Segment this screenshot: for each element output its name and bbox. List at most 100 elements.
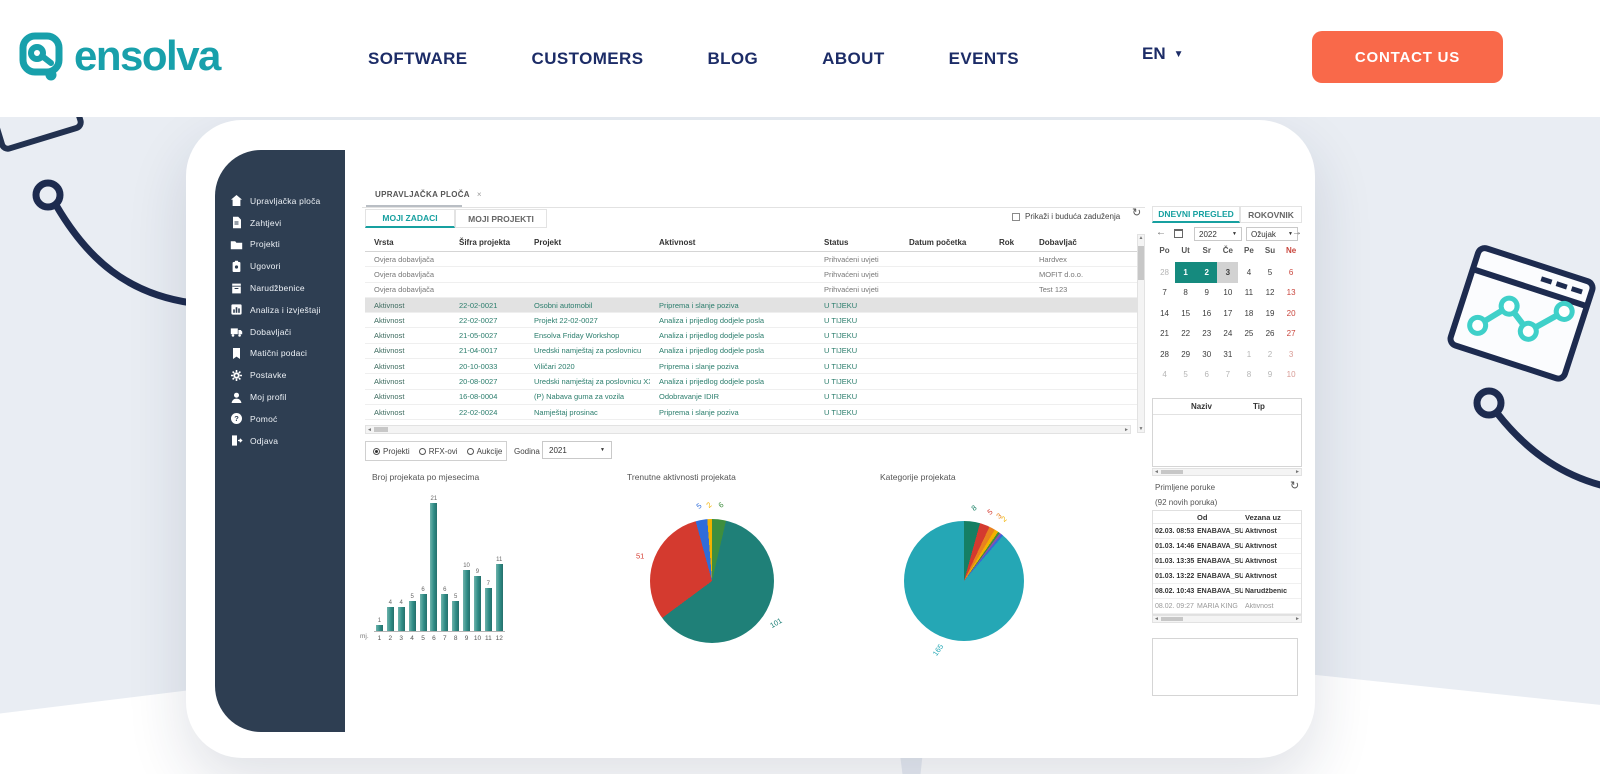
scroll-right-icon[interactable]: ► [1295, 469, 1300, 475]
nav-item-about[interactable]: ABOUT [822, 49, 884, 69]
tab-moji-zadaci[interactable]: MOJI ZADACI [365, 209, 455, 228]
calendar-day[interactable]: 6 [1281, 262, 1302, 283]
message-row[interactable]: 08.02. 10:43ENABAVA_SUSTANarudžbenic [1153, 584, 1301, 599]
calendar-year-select[interactable]: 2022 ▼ [1194, 227, 1242, 241]
language-menu[interactable]: EN ▼ [1142, 44, 1184, 64]
close-icon[interactable]: × [477, 190, 482, 199]
sidebar-item-dobavlja-i[interactable]: Dobavljači [215, 321, 345, 343]
column-header-dobavlja-[interactable]: Dobavljač [1030, 238, 1117, 247]
sidebar-item-analiza-i-izvje-taji[interactable]: Analiza i izvještaji [215, 299, 345, 321]
calendar-next-icon[interactable]: → [1292, 227, 1302, 238]
calendar-day[interactable]: 5 [1259, 262, 1280, 283]
calendar-day[interactable]: 15 [1175, 303, 1196, 324]
table-row[interactable]: Aktivnost 22-02-0021 Osobni automobil Pripr… [365, 297, 1137, 314]
calendar-day[interactable]: 28 [1154, 262, 1175, 283]
calendar-day[interactable]: 19 [1259, 303, 1280, 324]
sidebar-item-upravlja-ka-plo-a[interactable]: Upravljačka ploča [215, 190, 345, 212]
calendar-day[interactable]: 9 [1259, 365, 1280, 386]
nav-item-software[interactable]: SOFTWARE [368, 49, 468, 69]
scroll-right-icon[interactable]: ► [1124, 427, 1129, 433]
message-row[interactable]: 01.03. 13:35ENABAVA_SUSTAAktivnost [1153, 554, 1301, 569]
tab-moji-projekti[interactable]: MOJI PROJEKTI [455, 209, 547, 228]
calendar-day[interactable]: 27 [1281, 324, 1302, 345]
column-header-projekt[interactable]: Projekt [525, 238, 650, 247]
sidebar-item-postavke[interactable]: Postavke [215, 364, 345, 386]
sidebar-item-projekti[interactable]: Projekti [215, 234, 345, 256]
table-row[interactable]: Aktivnost 22-02-0024 Namještaj prosinac Pri… [365, 404, 1137, 421]
tab-rokovnik[interactable]: ROKOVNIK [1240, 206, 1302, 223]
scroll-left-icon[interactable]: ◄ [367, 427, 372, 433]
message-row[interactable]: 02.03. 08:53ENABAVA_SUSTAAktivnost [1153, 524, 1301, 539]
calendar-day[interactable]: 9 [1196, 283, 1217, 304]
items-horizontal-scroll-thumb[interactable] [1161, 470, 1183, 474]
calendar-day[interactable]: 8 [1238, 365, 1259, 386]
table-row[interactable]: Aktivnost 21-05-0027 Ensolva Friday Worksh… [365, 328, 1137, 344]
scroll-up-icon[interactable]: ▲ [1139, 235, 1144, 241]
calendar-day[interactable]: 25 [1238, 324, 1259, 345]
sidebar-item-moj-profil[interactable]: Moj profil [215, 386, 345, 408]
refresh-icon[interactable]: ↻ [1132, 208, 1141, 219]
tasks-horizontal-scrollbar[interactable]: ◄ ► [365, 425, 1131, 434]
table-row[interactable]: Aktivnost 21-04-0017 Uredski namještaj za … [365, 343, 1137, 360]
table-row[interactable]: Aktivnost 20-10-0033 Viličari 2020 Priprema… [365, 359, 1137, 375]
calendar-day[interactable]: 8 [1175, 283, 1196, 304]
calendar-day[interactable]: 6 [1196, 365, 1217, 386]
nav-item-customers[interactable]: CUSTOMERS [532, 49, 644, 69]
message-row[interactable]: 01.03. 14:46ENABAVA_SUSTAAktivnost [1153, 539, 1301, 554]
tasks-horizontal-scroll-thumb[interactable] [374, 427, 388, 432]
sidebar-item-ugovori[interactable]: Ugovori [215, 255, 345, 277]
column-header-rok[interactable]: Rok [990, 238, 1030, 247]
calendar-day[interactable]: 28 [1154, 344, 1175, 365]
calendar-day[interactable]: 2 [1259, 344, 1280, 365]
page-tab[interactable]: UPRAVLJAČKA PLOČA × [375, 190, 482, 199]
calendar-day[interactable]: 5 [1175, 365, 1196, 386]
calendar-day[interactable]: 1 [1175, 262, 1197, 283]
calendar-day[interactable]: 4 [1154, 365, 1175, 386]
calendar-day[interactable]: 18 [1238, 303, 1259, 324]
calendar-day[interactable]: 1 [1238, 344, 1259, 365]
future-tasks-checkbox[interactable] [1012, 212, 1020, 221]
radio-aukcije[interactable]: Aukcije [466, 447, 502, 456]
scroll-left-icon[interactable]: ◄ [1154, 469, 1159, 475]
calendar-day[interactable]: 30 [1196, 344, 1217, 365]
calendar-day[interactable]: 17 [1217, 303, 1238, 324]
calendar-day[interactable]: 21 [1154, 324, 1175, 345]
calendar-day[interactable]: 23 [1196, 324, 1217, 345]
calendar-day[interactable]: 14 [1154, 303, 1175, 324]
radio-projekti[interactable]: Projekti [373, 447, 410, 456]
messages-horizontal-scroll-thumb[interactable] [1161, 617, 1183, 621]
tasks-vertical-scroll-thumb[interactable] [1138, 246, 1144, 280]
table-row[interactable]: Aktivnost 20-08-0027 Uredski namještaj za … [365, 374, 1137, 390]
calendar-prev-icon[interactable]: ← [1156, 227, 1166, 238]
table-row[interactable]: Ovjera dobavljača Prihvaćeni uvjeti Test 1… [365, 282, 1137, 298]
message-row[interactable]: 08.02. 09:27 MARIA KING Aktivnost [1153, 599, 1301, 614]
ensolva-logo[interactable]: ensolva [18, 30, 221, 82]
calendar-day[interactable]: 12 [1259, 283, 1280, 304]
calendar-day[interactable]: 26 [1259, 324, 1280, 345]
radio-rfx-ovi[interactable]: RFX-ovi [418, 447, 458, 456]
nav-item-blog[interactable]: BLOG [707, 49, 758, 69]
sidebar-item-pomo-[interactable]: ? Pomoć [215, 408, 345, 430]
calendar-day[interactable]: 10 [1217, 283, 1238, 304]
calendar-day[interactable]: 7 [1217, 365, 1238, 386]
calendar-day[interactable]: 24 [1217, 324, 1238, 345]
table-row[interactable]: Ovjera dobavljača Prihvaćeni uvjeti Hardve… [365, 252, 1137, 268]
calendar-day[interactable]: 4 [1238, 262, 1259, 283]
calendar-icon[interactable] [1174, 229, 1183, 238]
contact-us-button[interactable]: CONTACT US [1312, 31, 1503, 83]
tab-dnevni-pregled[interactable]: DNEVNI PREGLED [1152, 206, 1240, 223]
table-row[interactable]: Aktivnost 16-08-0004 (P) Nabava guma za vo… [365, 389, 1137, 405]
calendar-day[interactable]: 13 [1281, 283, 1302, 304]
column-header-vrsta[interactable]: Vrsta [365, 238, 450, 247]
calendar-day[interactable]: 2 [1196, 262, 1218, 283]
messages-refresh-icon[interactable]: ↻ [1290, 481, 1299, 492]
calendar-day[interactable]: 31 [1217, 344, 1238, 365]
calendar-day[interactable]: 16 [1196, 303, 1217, 324]
calendar-day[interactable]: 3 [1217, 262, 1239, 283]
calendar-day[interactable]: 3 [1281, 344, 1302, 365]
calendar-day[interactable]: 7 [1154, 283, 1175, 304]
scroll-right-icon[interactable]: ► [1295, 616, 1300, 622]
calendar-day[interactable]: 22 [1175, 324, 1196, 345]
scroll-left-icon[interactable]: ◄ [1154, 616, 1159, 622]
sidebar-item-mati-ni-podaci[interactable]: Matični podaci [215, 343, 345, 365]
